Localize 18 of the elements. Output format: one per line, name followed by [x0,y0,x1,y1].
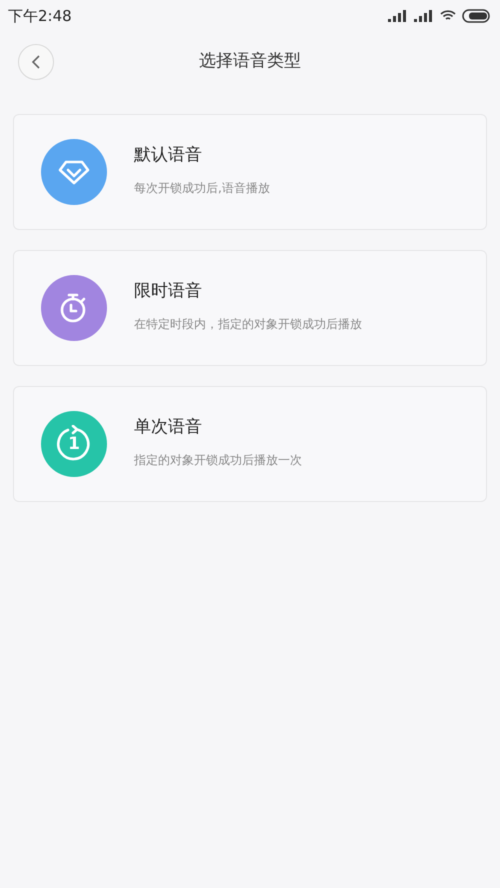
voice-option-card[interactable]: 限时语音 在特定时段内，指定的对象开锁成功后播放 [13,250,487,366]
voice-option-card[interactable]: 1 单次语音 指定的对象开锁成功后播放一次 [13,386,487,502]
signal-icon [414,10,434,22]
option-description: 每次开锁成功后,语音播放 [134,180,270,197]
signal-icon [388,10,408,22]
page-title: 选择语音类型 [199,50,301,74]
option-description: 在特定时段内，指定的对象开锁成功后播放 [134,316,362,333]
option-title: 限时语音 [134,280,203,304]
back-button[interactable] [18,44,54,80]
option-description: 指定的对象开锁成功后播放一次 [134,452,302,469]
icon-number: 1 [68,436,80,452]
option-title: 单次语音 [134,416,203,440]
voice-option-card[interactable]: 默认语音 每次开锁成功后,语音播放 [13,114,487,230]
wifi-icon [440,10,456,22]
status-time: 下午2:48 [8,6,72,27]
option-title: 默认语音 [134,144,203,168]
battery-icon [462,9,492,23]
chevron-left-icon [31,55,41,69]
